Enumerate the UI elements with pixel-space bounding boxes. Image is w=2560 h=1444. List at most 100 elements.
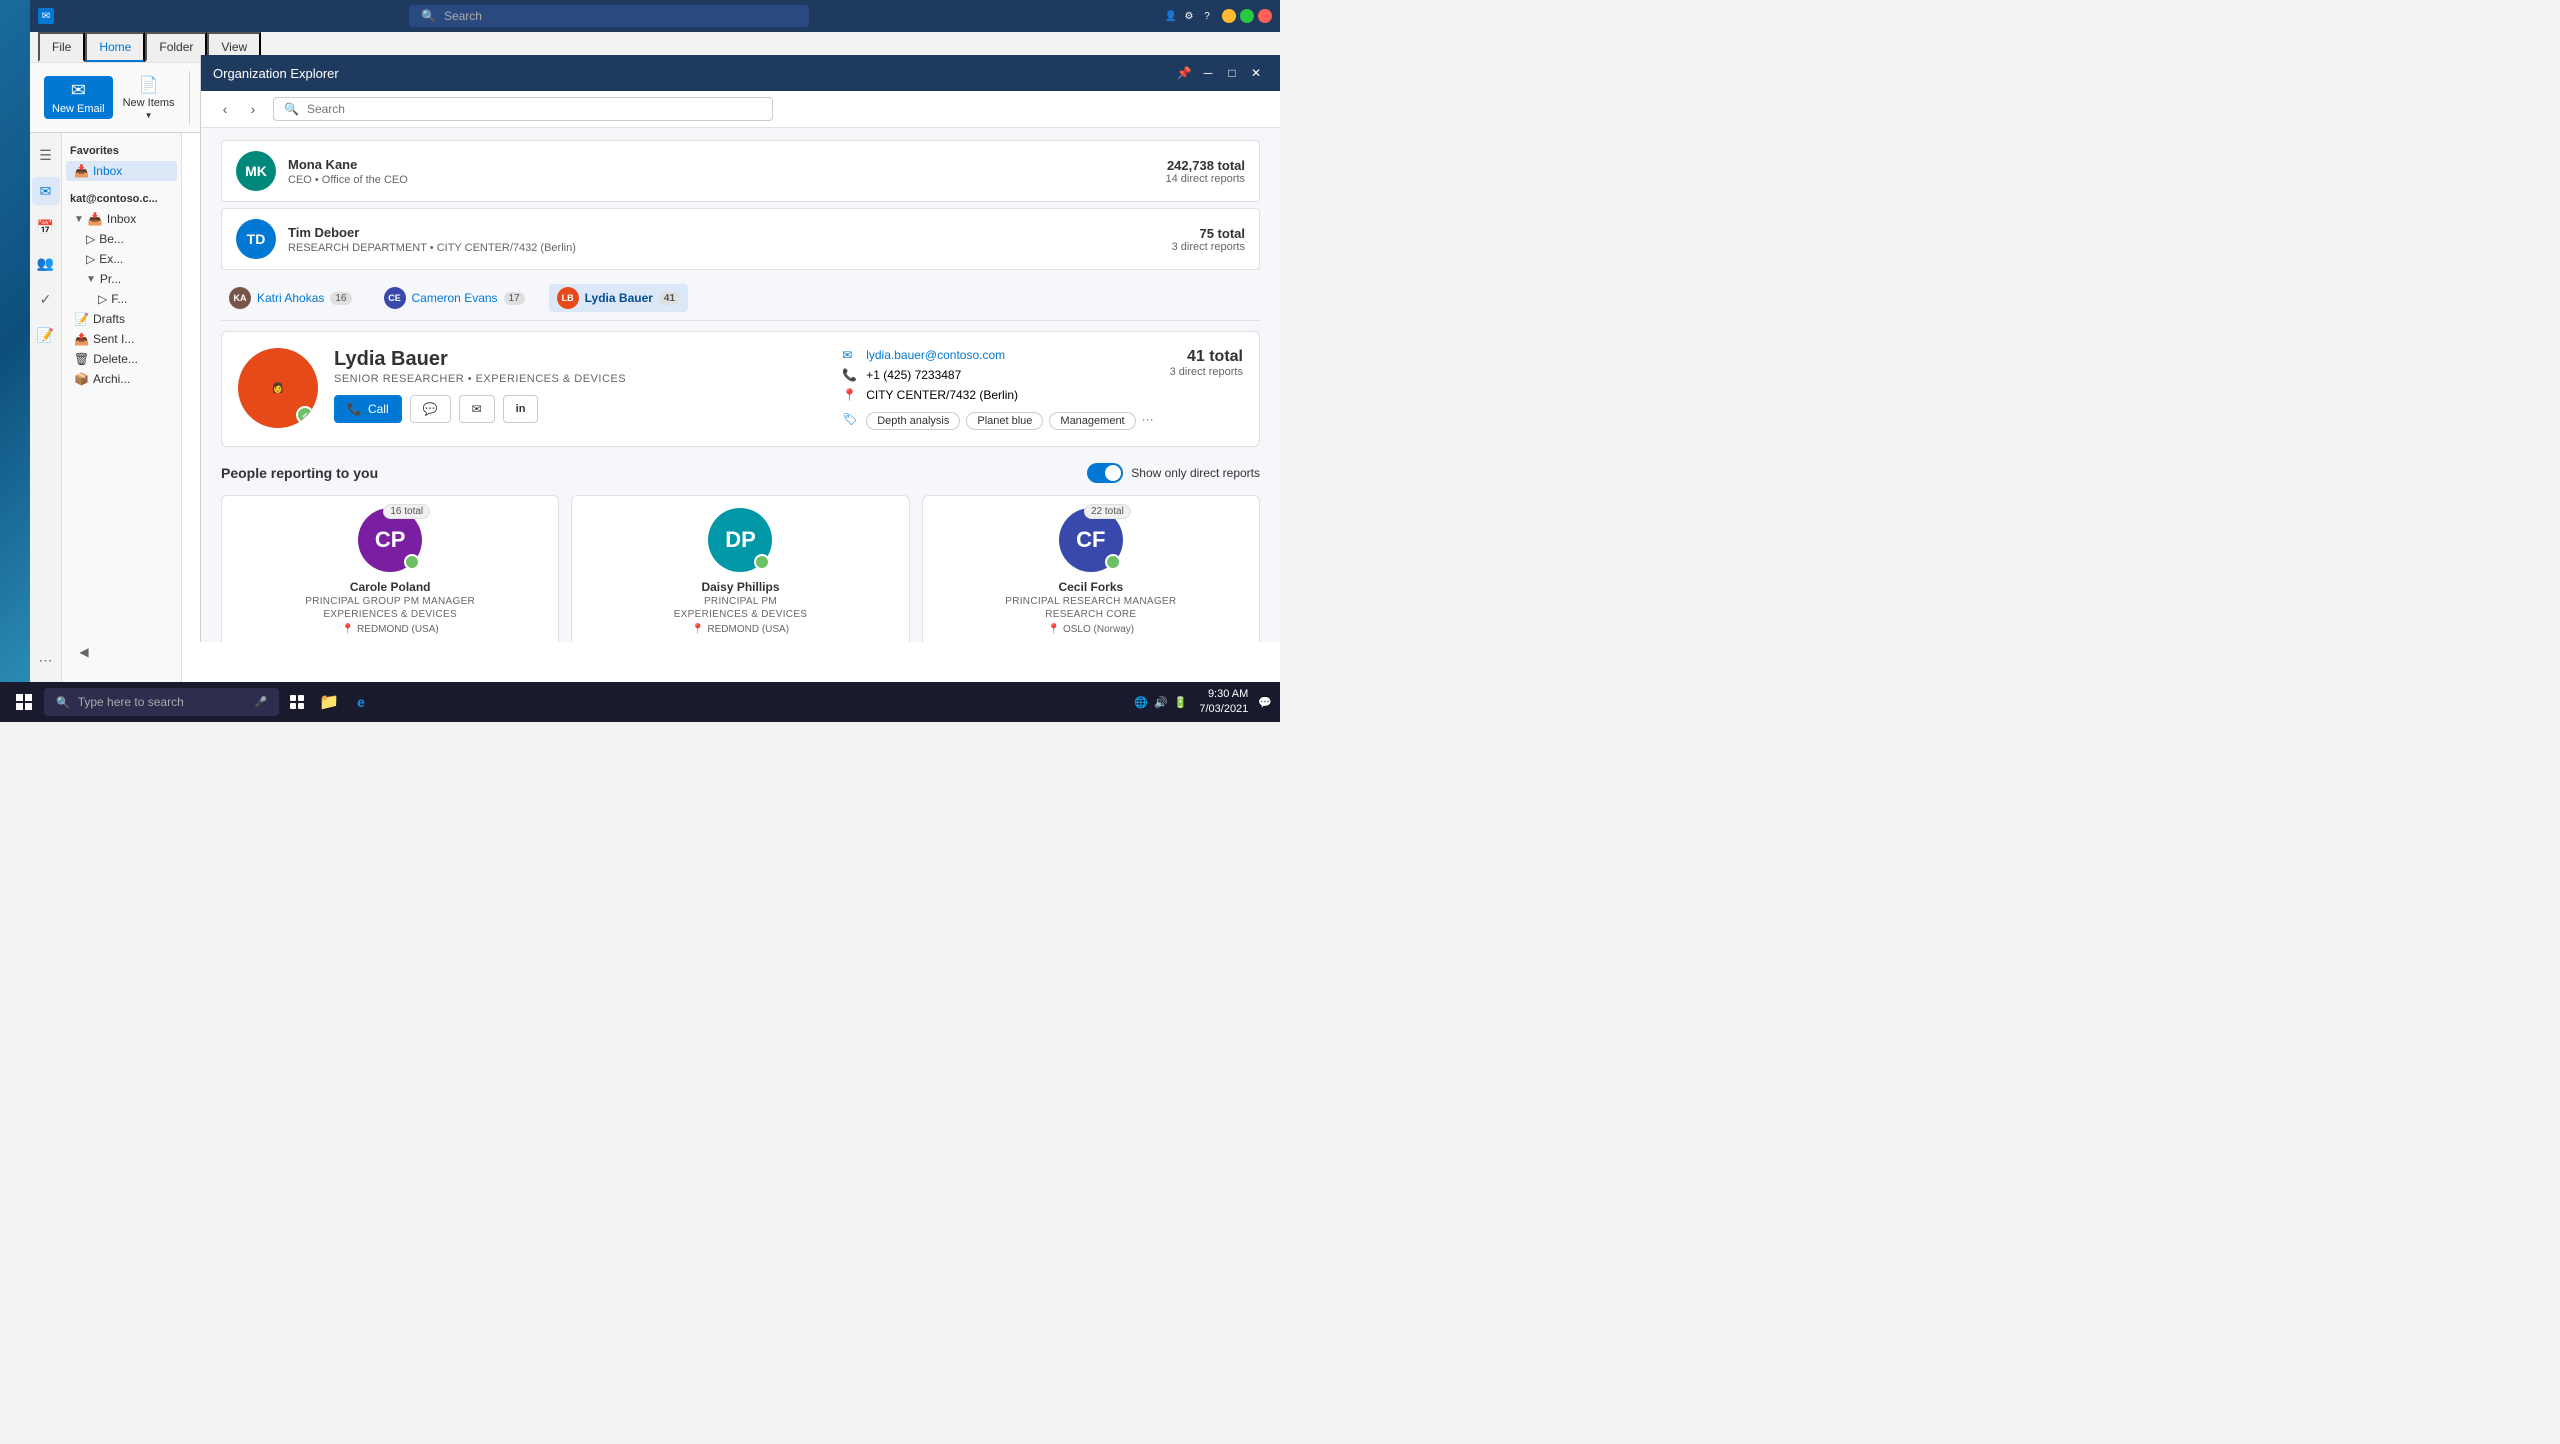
- new-items-button[interactable]: 📄 New Items ▼: [115, 71, 183, 124]
- tab-file[interactable]: File: [38, 32, 85, 62]
- cecil-name: Cecil Forks: [1058, 580, 1123, 594]
- nav-more[interactable]: ⋯: [32, 646, 60, 674]
- taskbar-search-text: Type here to search: [78, 695, 184, 709]
- search-icon: 🔍: [421, 9, 436, 23]
- tag-more[interactable]: ···: [1142, 412, 1154, 430]
- tag-mgmt[interactable]: Management: [1049, 412, 1135, 430]
- search-box[interactable]: 🔍 Search: [409, 5, 809, 27]
- location-row: 📍 CITY CENTER/7432 (Berlin): [842, 388, 1153, 402]
- report-daisy[interactable]: DP Daisy Phillips PRINCIPAL PM EXPERIENC…: [571, 495, 909, 642]
- network-icon: 🌐: [1134, 696, 1148, 709]
- call-icon: 📞: [347, 402, 362, 416]
- folder-be[interactable]: ▷Be...: [66, 229, 177, 249]
- folder-inbox-main[interactable]: ▼ 📥 Inbox: [66, 209, 177, 229]
- report-cards: CP 16 total Carole Poland PRINCIPAL GROU…: [221, 495, 1260, 642]
- start-button[interactable]: [8, 686, 40, 718]
- linkedin-icon: in: [516, 403, 526, 415]
- profile-name: Lydia Bauer: [334, 348, 826, 371]
- profile-actions: 📞 Call 💬 ✉ in: [334, 395, 826, 423]
- profile-stats: 41 total 3 direct reports: [1170, 348, 1243, 430]
- nav-notes[interactable]: 📝: [32, 321, 60, 349]
- folder-f[interactable]: ▷F...: [66, 289, 177, 309]
- taskbar-search-icon: 🔍: [56, 696, 70, 709]
- mona-kane-avatar: MK: [236, 151, 276, 191]
- settings-icon[interactable]: ⚙: [1182, 9, 1196, 23]
- folder-archive[interactable]: 📦Archi...: [66, 369, 177, 389]
- folder-ex[interactable]: ▷Ex...: [66, 249, 177, 269]
- nav-calendar[interactable]: 📅: [32, 213, 60, 241]
- folder-inbox[interactable]: 📥Inbox: [66, 161, 177, 181]
- cecil-role: PRINCIPAL RESEARCH MANAGER: [1005, 596, 1176, 607]
- ribbon-new-group: ✉ New Email 📄 New Items ▼: [38, 71, 190, 124]
- bc-katri[interactable]: KA Katri Ahokas 16: [221, 284, 360, 312]
- tim-deboer-name: Tim Deboer: [288, 225, 1172, 240]
- cecil-total: 22 total: [1084, 504, 1131, 519]
- maximize-button[interactable]: [1240, 9, 1254, 23]
- daisy-badge: [754, 554, 770, 570]
- tab-home[interactable]: Home: [85, 32, 145, 62]
- taskbar: 🔍 Type here to search 🎤 📁 e 🌐 🔊 🔋 9:30 A…: [0, 682, 1280, 722]
- nav-tasks[interactable]: ✓: [32, 285, 60, 313]
- cecil-badge: [1105, 554, 1121, 570]
- taskview-button[interactable]: [283, 688, 311, 716]
- title-bar-left: ✉: [38, 8, 54, 24]
- direct-reports-toggle[interactable]: [1087, 463, 1123, 483]
- taskbar-search[interactable]: 🔍 Type here to search 🎤: [44, 688, 279, 716]
- report-cecil[interactable]: CF 22 total Cecil Forks PRINCIPAL RESEAR…: [922, 495, 1260, 642]
- profile-card: 👩 ✓ Lydia Bauer SENIOR RESEARCHER • EXPE…: [221, 331, 1260, 447]
- folder-deleted[interactable]: 🗑Delete...: [66, 349, 177, 369]
- tag-depth[interactable]: Depth analysis: [866, 412, 960, 430]
- daisy-name: Daisy Phillips: [701, 580, 779, 594]
- minimize-button[interactable]: [1222, 9, 1236, 23]
- close-button[interactable]: [1258, 9, 1272, 23]
- tag-planet[interactable]: Planet blue: [966, 412, 1043, 430]
- window-controls: 👤 ⚙ ?: [1164, 9, 1272, 23]
- title-bar: ✉ 🔍 Search 👤 ⚙ ?: [30, 0, 1280, 32]
- online-badge: ✓: [296, 406, 314, 424]
- tab-folder[interactable]: Folder: [145, 32, 207, 62]
- report-carole[interactable]: CP 16 total Carole Poland PRINCIPAL GROU…: [221, 495, 559, 642]
- volume-icon: 🔊: [1154, 696, 1168, 709]
- lydia-bc-avatar: LB: [557, 287, 579, 309]
- tag-icon: 🏷: [842, 412, 858, 426]
- folder-pr[interactable]: ▼Pr...: [66, 269, 177, 289]
- folder-drafts[interactable]: 📝Drafts: [66, 309, 177, 329]
- notification-icon[interactable]: 💬: [1258, 696, 1272, 709]
- system-tray: 🌐 🔊 🔋 9:30 AM 7/03/2021 💬: [1134, 687, 1272, 718]
- carole-badge: [404, 554, 420, 570]
- bc-cameron[interactable]: CE Cameron Evans 17: [376, 284, 533, 312]
- email-link[interactable]: lydia.bauer@contoso.com: [866, 348, 1005, 362]
- profile-icon[interactable]: 👤: [1164, 9, 1178, 23]
- folder-pane: Favorites 📥Inbox kat@contoso.c... ▼ 📥 In…: [62, 133, 182, 682]
- new-email-button[interactable]: ✉ New Email: [44, 76, 113, 119]
- chat-button[interactable]: 💬: [410, 395, 451, 423]
- breadcrumb-row: KA Katri Ahokas 16 CE Cameron Evans 17 L…: [221, 276, 1260, 321]
- mona-kane-role: CEO • Office of the CEO: [288, 174, 1166, 186]
- email-button[interactable]: ✉: [459, 395, 495, 423]
- folder-collapse[interactable]: ◀: [70, 638, 98, 666]
- org-explorer: Organization Explorer 📌 ─ □ ✕ ‹ › 🔍: [200, 133, 1280, 642]
- cecil-location: 📍OSLO (Norway): [1048, 624, 1135, 635]
- tim-deboer-info: Tim Deboer RESEARCH DEPARTMENT • CITY CE…: [288, 225, 1172, 254]
- profile-direct: 3 direct reports: [1170, 366, 1243, 378]
- tags-row: 🏷 Depth analysis Planet blue Management …: [842, 408, 1153, 430]
- help-icon[interactable]: ?: [1200, 9, 1214, 23]
- reporting-title: People reporting to you: [221, 465, 378, 481]
- cameron-bc-avatar: CE: [384, 287, 406, 309]
- hierarchy-tim-deboer[interactable]: TD Tim Deboer RESEARCH DEPARTMENT • CITY…: [221, 208, 1260, 270]
- hierarchy-mona-kane[interactable]: MK Mona Kane CEO • Office of the CEO 242…: [221, 140, 1260, 202]
- call-button[interactable]: 📞 Call: [334, 395, 402, 423]
- reporting-section-header: People reporting to you Show only direct…: [221, 463, 1260, 483]
- tim-deboer-role: RESEARCH DEPARTMENT • CITY CENTER/7432 (…: [288, 242, 1172, 254]
- linkedin-button[interactable]: in: [503, 395, 539, 423]
- nav-people[interactable]: 👥: [32, 249, 60, 277]
- nav-mail[interactable]: ✉: [32, 177, 60, 205]
- bc-lydia[interactable]: LB Lydia Bauer 41: [549, 284, 688, 312]
- file-explorer-button[interactable]: 📁: [315, 688, 343, 716]
- nav-hamburger[interactable]: ☰: [32, 141, 60, 169]
- folder-sent[interactable]: 📤Sent I...: [66, 329, 177, 349]
- edge-button[interactable]: e: [347, 688, 375, 716]
- taskbar-clock[interactable]: 9:30 AM 7/03/2021: [1199, 687, 1248, 718]
- tim-deboer-avatar: TD: [236, 219, 276, 259]
- profile-info: Lydia Bauer SENIOR RESEARCHER • EXPERIEN…: [334, 348, 826, 430]
